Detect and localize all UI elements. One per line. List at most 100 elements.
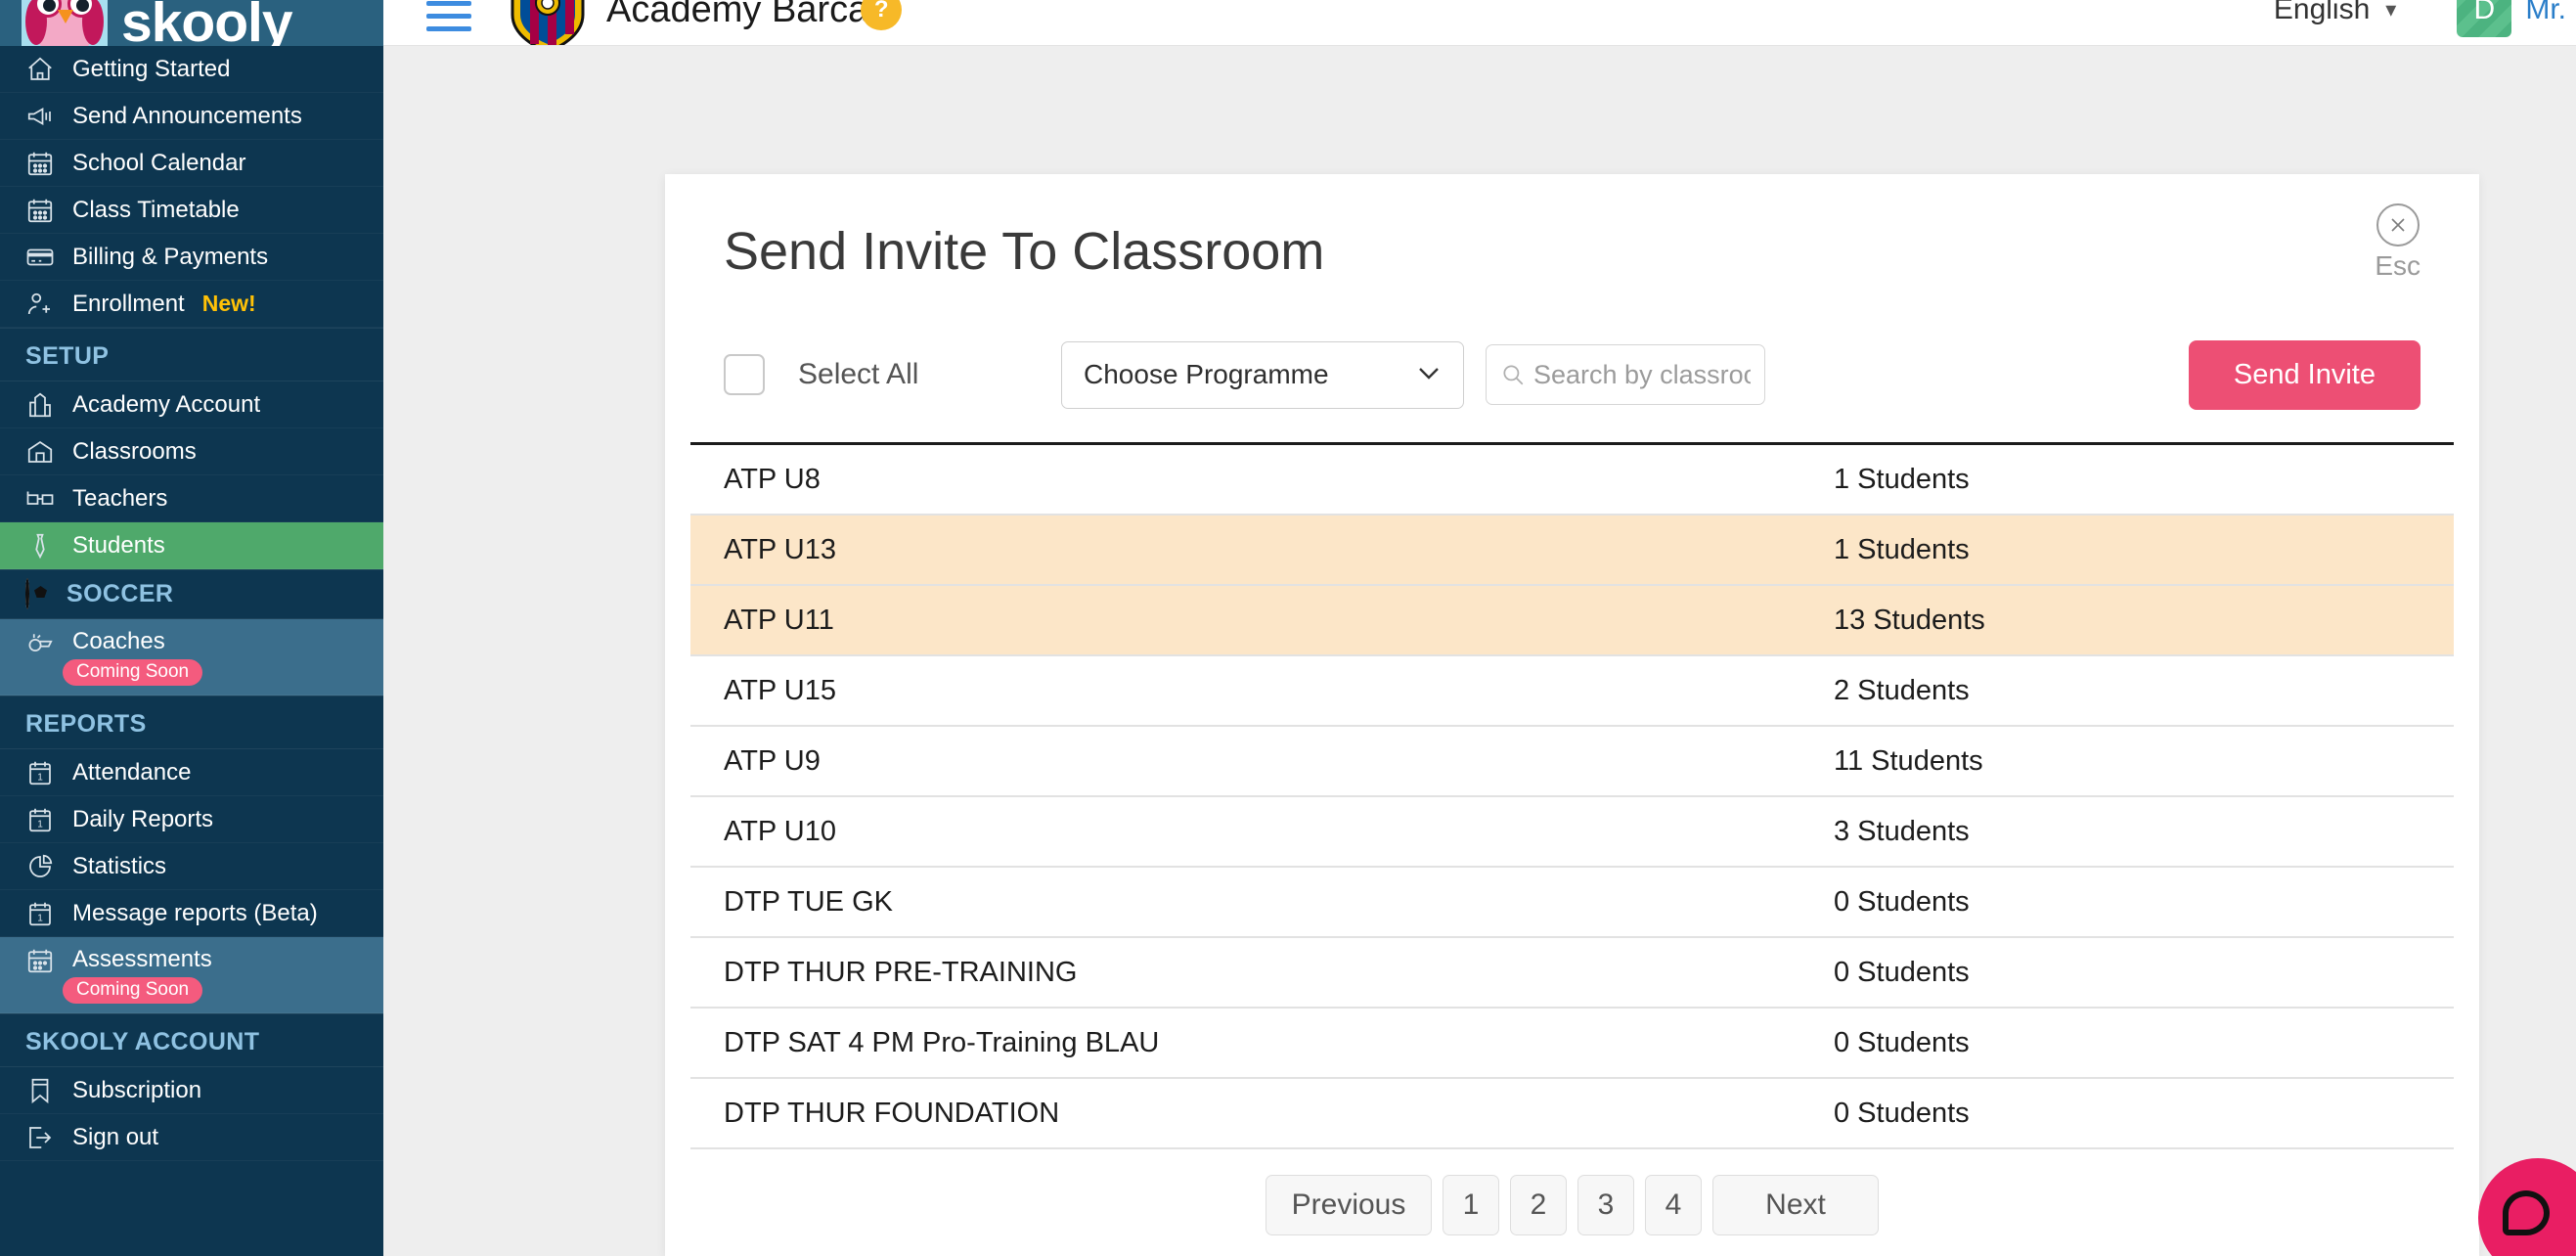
- calendar-day-icon: 1: [25, 899, 67, 928]
- app-root: skooly Getting Started Send Announcement…: [0, 0, 2576, 1256]
- sidebar-item-label: Getting Started: [72, 55, 231, 82]
- hamburger-menu-icon[interactable]: [426, 0, 471, 39]
- pie-chart-icon: [25, 852, 67, 881]
- pagination-page-1[interactable]: 1: [1443, 1175, 1499, 1235]
- sidebar: skooly Getting Started Send Announcement…: [0, 0, 383, 1256]
- student-count: 0 Students: [1834, 1097, 1970, 1129]
- sidebar-item-class-timetable[interactable]: Class Timetable: [0, 187, 383, 234]
- sidebar-item-billing-payments[interactable]: Billing & Payments: [0, 234, 383, 281]
- table-row[interactable]: ATP U15 2 Students: [690, 656, 2454, 727]
- esc-label: Esc: [2375, 250, 2421, 281]
- logo-text: skooly: [121, 0, 293, 46]
- sidebar-item-label: Academy Account: [72, 390, 261, 418]
- select-all-label: Select All: [798, 358, 919, 390]
- sidebar-item-school-calendar[interactable]: School Calendar: [0, 140, 383, 187]
- table-row[interactable]: DTP THUR FOUNDATION 0 Students: [690, 1079, 2454, 1149]
- student-count: 3 Students: [1834, 815, 1970, 847]
- chat-bubble-icon[interactable]: [2478, 1158, 2576, 1256]
- sidebar-item-label: Billing & Payments: [72, 243, 269, 270]
- search-box[interactable]: [1486, 344, 1765, 405]
- sidebar-logo[interactable]: skooly: [0, 0, 383, 46]
- send-invite-modal: Send Invite To Classroom Esc Select All …: [665, 174, 2479, 1256]
- pagination-page-2[interactable]: 2: [1510, 1175, 1567, 1235]
- table-row[interactable]: DTP SAT 4 PM Pro-Training BLAU 0 Students: [690, 1009, 2454, 1079]
- table-row[interactable]: DTP THUR PRE-TRAINING 0 Students: [690, 938, 2454, 1009]
- brand-title: Academy Barca: [606, 0, 869, 30]
- student-count: 0 Students: [1834, 885, 1970, 918]
- enrollment-new-badge: New!: [201, 291, 256, 316]
- calendar-day-icon: 1: [25, 805, 67, 834]
- sidebar-section-soccer: SOCCER: [0, 569, 383, 619]
- sidebar-item-label: Enrollment: [72, 290, 185, 317]
- classroom-icon: [25, 437, 67, 467]
- coming-soon-badge: Coming Soon: [63, 659, 203, 686]
- sidebar-item-assessments[interactable]: Assessments Coming Soon: [0, 937, 383, 1013]
- sidebar-item-label: Class Timetable: [72, 196, 240, 223]
- sidebar-item-students[interactable]: Students: [0, 522, 383, 569]
- sidebar-item-label: School Calendar: [72, 149, 246, 176]
- select-all-checkbox[interactable]: [724, 354, 765, 395]
- table-row[interactable]: ATP U13 1 Students: [690, 516, 2454, 586]
- pagination-page-3[interactable]: 3: [1577, 1175, 1634, 1235]
- sign-out-icon: [25, 1123, 67, 1152]
- pagination-previous[interactable]: Previous: [1266, 1175, 1432, 1235]
- username-label[interactable]: Mr.: [2525, 0, 2566, 26]
- table-row[interactable]: ATP U10 3 Students: [690, 797, 2454, 868]
- search-input[interactable]: [1533, 359, 1751, 390]
- close-icon[interactable]: [2376, 203, 2420, 247]
- sidebar-item-daily-reports[interactable]: 1 Daily Reports: [0, 796, 383, 843]
- school-icon: [25, 390, 67, 420]
- sidebar-item-enrollment[interactable]: Enrollment New!: [0, 281, 383, 328]
- sidebar-item-subscription[interactable]: Subscription: [0, 1067, 383, 1114]
- sidebar-item-label: Teachers: [72, 484, 168, 512]
- sidebar-item-coaches[interactable]: Coaches Coming Soon: [0, 619, 383, 695]
- programme-dropdown-value: Choose Programme: [1084, 359, 1329, 389]
- select-all-control[interactable]: Select All: [724, 354, 1061, 395]
- user-add-icon: [25, 290, 67, 319]
- sidebar-item-attendance[interactable]: 1 Attendance: [0, 749, 383, 796]
- table-row[interactable]: ATP U11 13 Students: [690, 586, 2454, 656]
- chevron-down-icon[interactable]: ▾: [2385, 0, 2396, 22]
- fc-barcelona-crest-icon: [507, 0, 589, 45]
- glasses-icon: [25, 484, 67, 514]
- megaphone-icon: [25, 102, 67, 131]
- student-count: 11 Students: [1834, 744, 1983, 777]
- sidebar-item-teachers[interactable]: Teachers: [0, 475, 383, 522]
- page-title: Send Invite To Classroom: [724, 222, 1325, 281]
- pagination-page-4[interactable]: 4: [1645, 1175, 1702, 1235]
- pagination-next[interactable]: Next: [1712, 1175, 1879, 1235]
- send-invite-button[interactable]: Send Invite: [2188, 339, 2421, 410]
- sidebar-item-classrooms[interactable]: Classrooms: [0, 428, 383, 475]
- student-count: 13 Students: [1834, 604, 1985, 636]
- tie-icon: [25, 531, 67, 561]
- classroom-name: ATP U8: [724, 463, 821, 495]
- classroom-name: DTP SAT 4 PM Pro-Training BLAU: [724, 1026, 1160, 1058]
- student-count: 1 Students: [1834, 533, 1970, 565]
- close-button[interactable]: Esc: [2375, 203, 2421, 282]
- sidebar-item-academy-account[interactable]: Academy Account: [0, 381, 383, 428]
- sidebar-item-getting-started[interactable]: Getting Started: [0, 46, 383, 93]
- owl-logo-icon: [22, 0, 108, 46]
- classroom-name: DTP THUR FOUNDATION: [724, 1097, 1060, 1129]
- avatar[interactable]: D: [2457, 0, 2512, 37]
- topbar-right-group: English ▾ D Mr.: [2274, 0, 2566, 37]
- classroom-name: ATP U13: [724, 533, 836, 565]
- table-row[interactable]: ATP U9 11 Students: [690, 727, 2454, 797]
- sidebar-item-send-announcements[interactable]: Send Announcements: [0, 93, 383, 140]
- language-selector-label[interactable]: English: [2274, 0, 2370, 26]
- sidebar-item-label: Statistics: [72, 852, 167, 879]
- classroom-name: ATP U9: [724, 744, 821, 777]
- calendar-icon: [25, 946, 67, 975]
- sidebar-item-message-reports[interactable]: 1 Message reports (Beta): [0, 890, 383, 937]
- table-row[interactable]: ATP U8 1 Students: [690, 445, 2454, 516]
- calendar-icon: [25, 196, 67, 225]
- sidebar-section-setup: SETUP: [0, 328, 383, 381]
- sidebar-item-label: Attendance: [72, 758, 192, 785]
- table-row[interactable]: DTP TUE GK 0 Students: [690, 868, 2454, 938]
- sidebar-item-statistics[interactable]: Statistics: [0, 843, 383, 890]
- sidebar-item-label: Send Announcements: [72, 102, 302, 129]
- top-bar: Academy Barca ? English ▾ D Mr.: [383, 0, 2576, 46]
- svg-text:1: 1: [37, 772, 43, 783]
- sidebar-item-sign-out[interactable]: Sign out: [0, 1114, 383, 1161]
- programme-dropdown[interactable]: Choose Programme: [1061, 340, 1464, 409]
